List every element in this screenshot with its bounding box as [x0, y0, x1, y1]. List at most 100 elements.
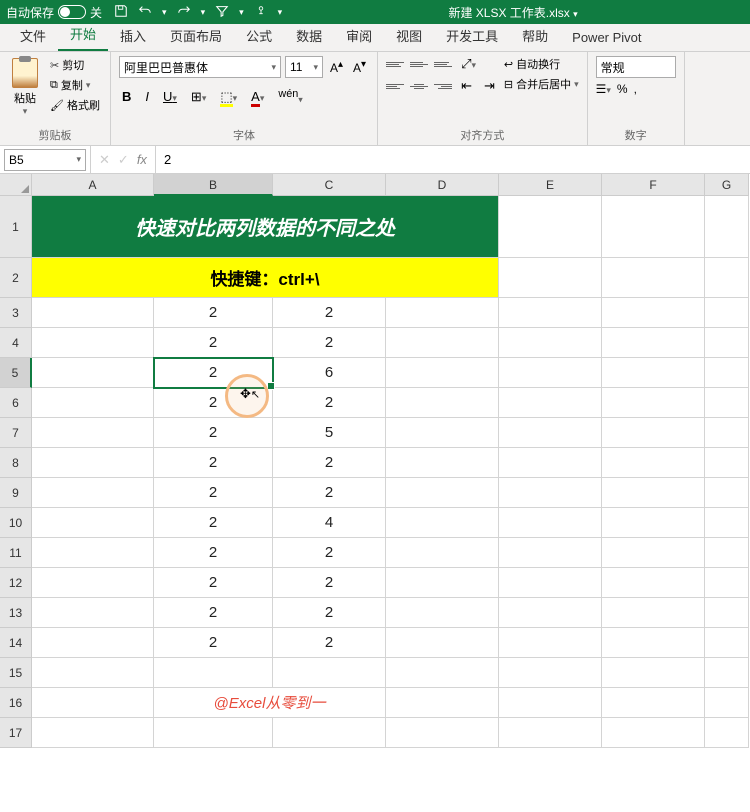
tab-powerpivot[interactable]: Power Pivot — [560, 24, 653, 51]
cell[interactable] — [602, 258, 705, 298]
accounting-button[interactable]: ☰▾ — [596, 82, 611, 96]
cell[interactable] — [705, 718, 749, 748]
column-header-A[interactable]: A — [32, 174, 154, 196]
cell[interactable] — [386, 688, 499, 718]
cell[interactable] — [705, 688, 749, 718]
font-family-select[interactable]: 阿里巴巴普惠体▾ — [119, 56, 281, 78]
cell[interactable] — [705, 508, 749, 538]
cell[interactable] — [602, 448, 705, 478]
cell[interactable] — [602, 298, 705, 328]
tab-layout[interactable]: 页面布局 — [158, 20, 234, 51]
row-header-10[interactable]: 10 — [0, 508, 32, 538]
row-header-12[interactable]: 12 — [0, 568, 32, 598]
cell[interactable] — [386, 448, 499, 478]
cell[interactable] — [602, 688, 705, 718]
save-icon[interactable] — [114, 4, 128, 21]
cell[interactable] — [705, 328, 749, 358]
align-bottom-button[interactable] — [434, 56, 452, 72]
cell[interactable] — [499, 628, 602, 658]
cell[interactable] — [32, 298, 154, 328]
cell[interactable] — [386, 328, 499, 358]
underline-button[interactable]: U▾ — [160, 89, 180, 104]
redo-dropdown-icon[interactable]: ▾ — [201, 7, 206, 18]
bold-button[interactable]: B — [119, 89, 134, 104]
column-header-G[interactable]: G — [705, 174, 749, 196]
cell[interactable]: 2 — [154, 418, 273, 448]
cut-button[interactable]: ✂剪切 — [48, 56, 102, 74]
cell[interactable] — [386, 418, 499, 448]
cell[interactable] — [32, 418, 154, 448]
cell[interactable] — [32, 508, 154, 538]
credit-cell[interactable]: @Excel从零到一 — [154, 688, 386, 718]
number-format-select[interactable]: 常规 — [596, 56, 676, 78]
cell[interactable] — [499, 196, 602, 258]
undo-icon[interactable] — [138, 4, 152, 21]
format-painter-button[interactable]: 🖌格式刷 — [48, 96, 102, 114]
spreadsheet-grid[interactable]: ABCDEFG 1快速对比两列数据的不同之处2快捷键：ctrl+\3224225… — [0, 174, 750, 748]
cell[interactable] — [32, 688, 154, 718]
filter-icon[interactable] — [215, 4, 229, 21]
cell[interactable] — [273, 718, 386, 748]
cell[interactable] — [32, 718, 154, 748]
fx-icon[interactable]: fx — [137, 152, 147, 167]
cell[interactable] — [386, 568, 499, 598]
row-header-7[interactable]: 7 — [0, 418, 32, 448]
cell[interactable]: 2 — [154, 358, 273, 388]
increase-indent-button[interactable]: ⇥ — [481, 78, 498, 94]
cell[interactable]: 2 — [154, 388, 273, 418]
row-header-16[interactable]: 16 — [0, 688, 32, 718]
cell[interactable] — [705, 418, 749, 448]
cell[interactable] — [499, 388, 602, 418]
column-header-D[interactable]: D — [386, 174, 499, 196]
row-header-15[interactable]: 15 — [0, 658, 32, 688]
cell[interactable]: 2 — [273, 388, 386, 418]
column-header-B[interactable]: B — [154, 174, 273, 196]
cell[interactable] — [32, 628, 154, 658]
row-header-17[interactable]: 17 — [0, 718, 32, 748]
align-top-button[interactable] — [386, 56, 404, 72]
redo-icon[interactable] — [177, 4, 191, 21]
column-header-C[interactable]: C — [273, 174, 386, 196]
cell[interactable]: 2 — [273, 478, 386, 508]
tab-home[interactable]: 开始 — [58, 18, 108, 51]
percent-button[interactable]: % — [617, 82, 628, 96]
cell[interactable] — [32, 658, 154, 688]
cell[interactable] — [705, 538, 749, 568]
cell[interactable] — [32, 388, 154, 418]
fill-color-button[interactable]: ⬚▾ — [217, 89, 240, 105]
row-header-5[interactable]: 5 — [0, 358, 32, 388]
formula-input[interactable]: 2 — [156, 152, 750, 167]
cell[interactable] — [705, 196, 749, 258]
cell[interactable]: 2 — [273, 598, 386, 628]
cell[interactable] — [32, 448, 154, 478]
font-color-button[interactable]: A▾ — [248, 89, 267, 104]
cell[interactable] — [386, 298, 499, 328]
tab-developer[interactable]: 开发工具 — [434, 20, 510, 51]
cell[interactable] — [32, 478, 154, 508]
cell[interactable] — [705, 358, 749, 388]
align-middle-button[interactable] — [410, 56, 428, 72]
column-header-F[interactable]: F — [602, 174, 705, 196]
row-header-4[interactable]: 4 — [0, 328, 32, 358]
cell[interactable]: 2 — [273, 628, 386, 658]
cancel-icon[interactable]: ✕ — [99, 152, 110, 168]
tab-view[interactable]: 视图 — [384, 20, 434, 51]
column-header-E[interactable]: E — [499, 174, 602, 196]
title-cell[interactable]: 快速对比两列数据的不同之处 — [32, 196, 499, 258]
row-header-3[interactable]: 3 — [0, 298, 32, 328]
increase-font-icon[interactable]: A▴ — [327, 59, 346, 75]
italic-button[interactable]: I — [142, 89, 152, 104]
cell[interactable] — [499, 258, 602, 298]
row-header-8[interactable]: 8 — [0, 448, 32, 478]
cell[interactable] — [32, 358, 154, 388]
cell[interactable] — [499, 718, 602, 748]
cell[interactable] — [386, 478, 499, 508]
cell[interactable] — [499, 598, 602, 628]
cell[interactable] — [386, 718, 499, 748]
tab-file[interactable]: 文件 — [8, 20, 58, 51]
cell[interactable] — [602, 508, 705, 538]
cell[interactable]: 2 — [154, 478, 273, 508]
cell[interactable] — [32, 538, 154, 568]
cell[interactable] — [386, 388, 499, 418]
phonetic-button[interactable]: wén▾ — [275, 88, 305, 105]
